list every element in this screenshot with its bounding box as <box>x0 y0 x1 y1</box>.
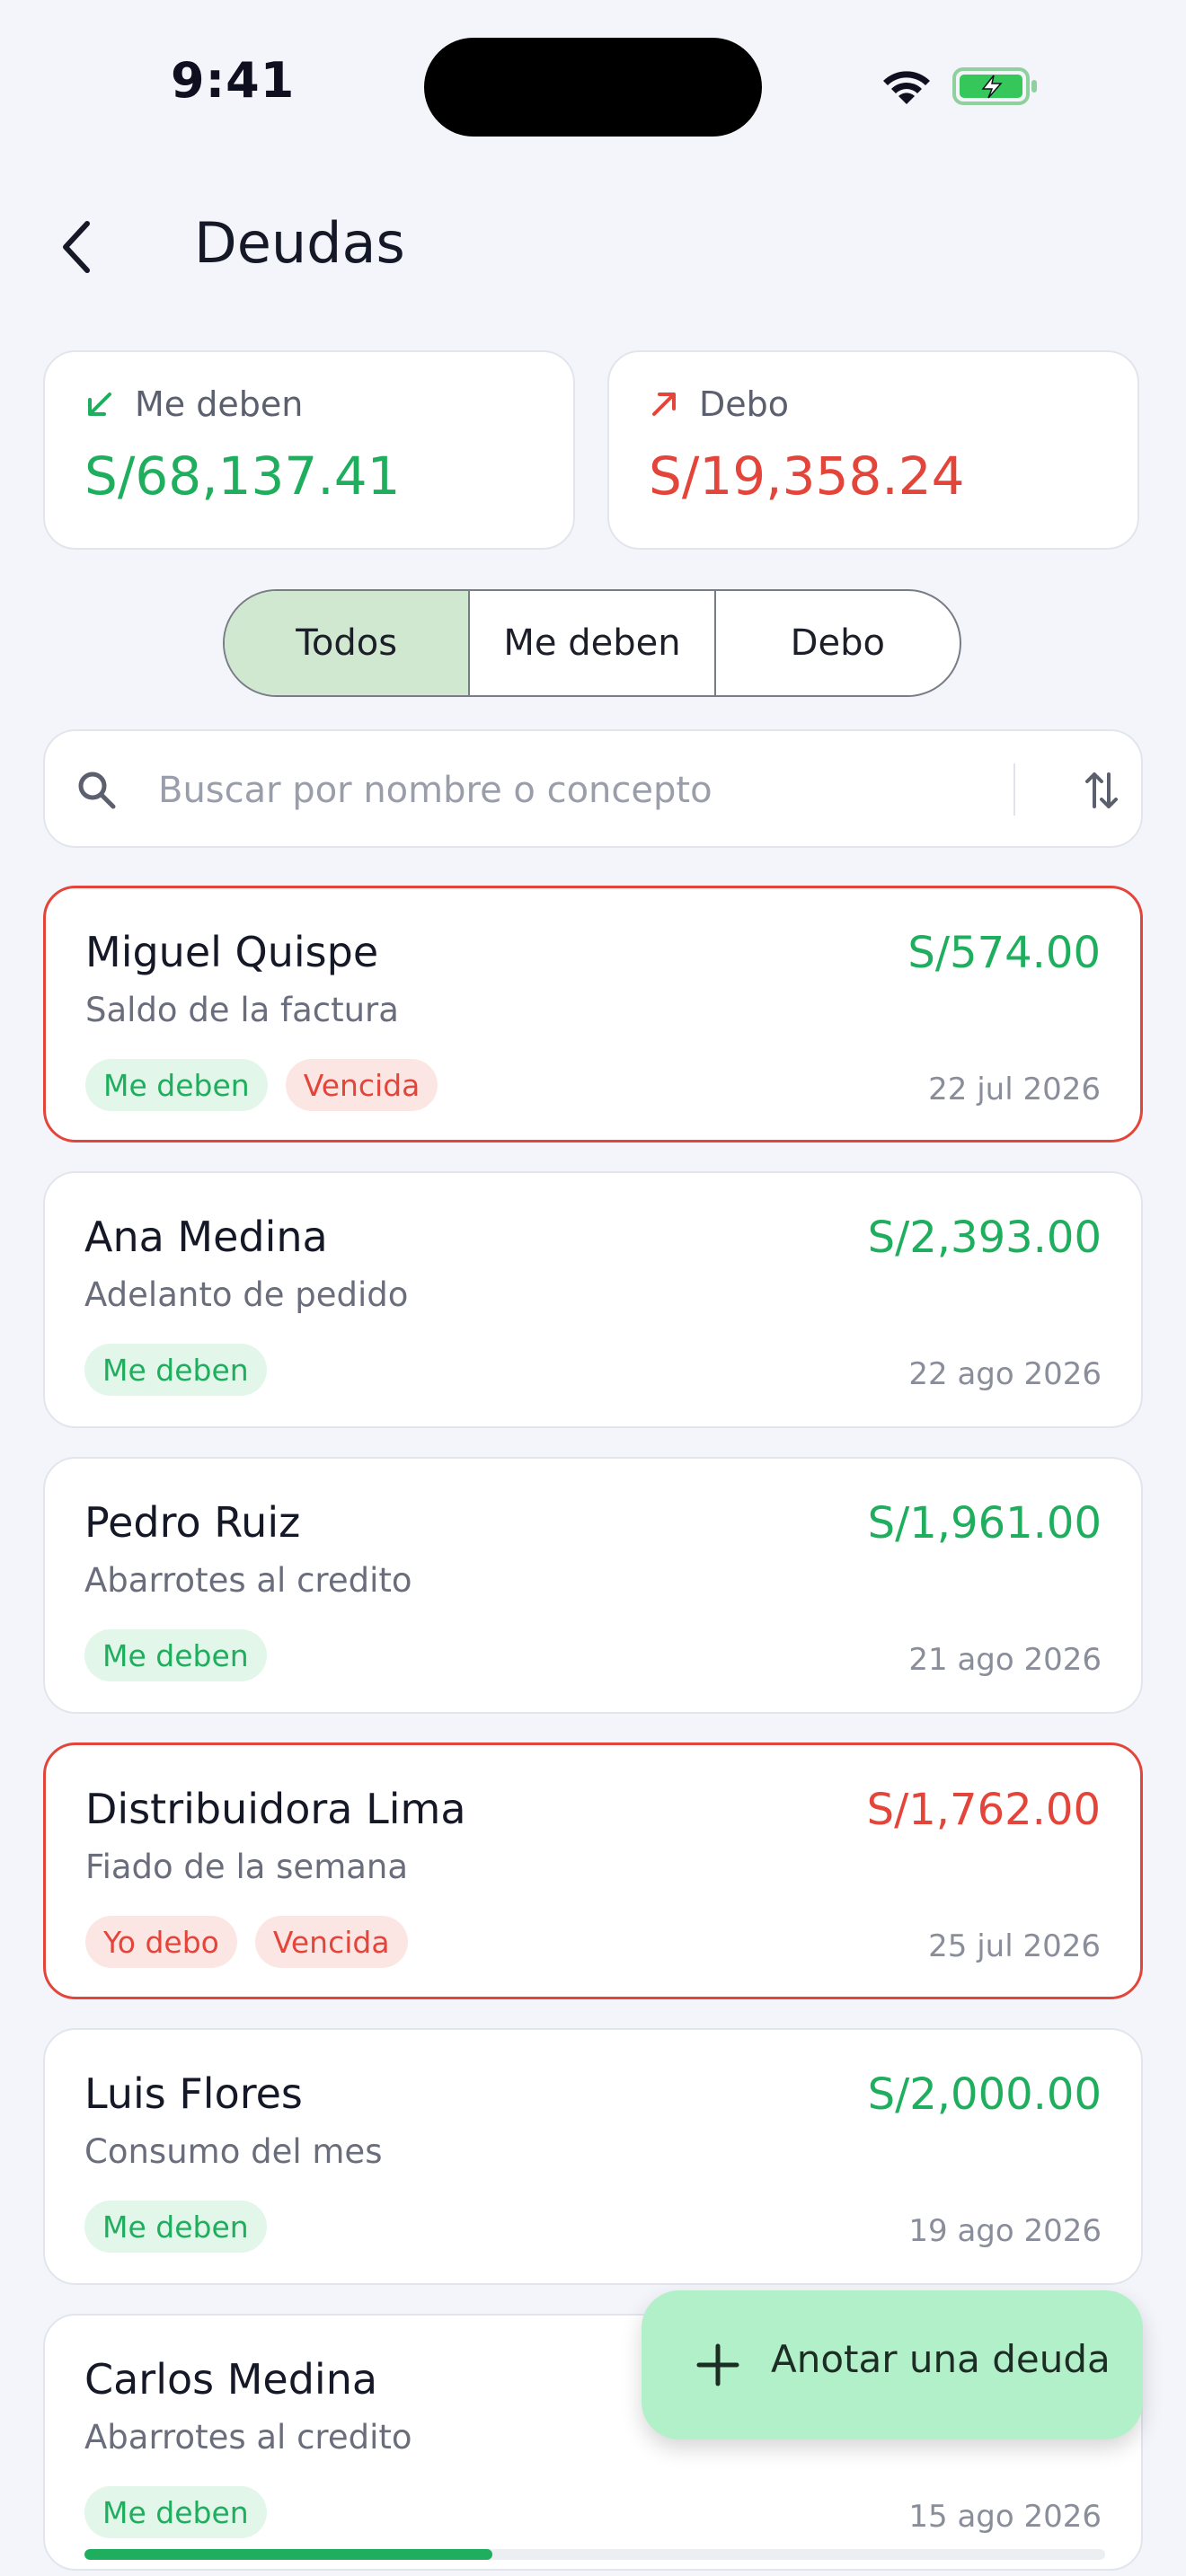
direction-badge: Me deben <box>84 2486 267 2538</box>
search-divider <box>1013 763 1015 816</box>
debt-name: Distribuidora Lima <box>85 1785 466 1833</box>
debt-date: 19 ago 2026 <box>908 2213 1102 2249</box>
payment-progress-fill <box>84 2549 493 2560</box>
direction-badge: Me deben <box>84 2201 267 2253</box>
search-icon <box>78 772 116 809</box>
debt-amount: S/2,393.00 <box>867 1213 1102 1263</box>
debt-amount: S/1,762.00 <box>866 1785 1101 1835</box>
debt-date: 22 ago 2026 <box>908 1356 1102 1392</box>
debt-concept: Adelanto de pedido <box>84 1275 409 1314</box>
filter-segmented-control: Todos Me deben Debo <box>223 589 961 697</box>
debt-name: Carlos Medina <box>84 2355 378 2404</box>
debt-concept: Abarrotes al credito <box>84 1561 412 1600</box>
direction-badge: Me deben <box>84 1629 267 1681</box>
summary-card-i-owe: Debo S/19,358.24 <box>607 350 1139 550</box>
debt-concept: Consumo del mes <box>84 2132 383 2171</box>
battery-charging-icon <box>952 67 1037 105</box>
summary-value: S/68,137.41 <box>84 446 401 507</box>
summary-card-owed-to-me: Me deben S/68,137.41 <box>43 350 575 550</box>
debt-amount: S/2,000.00 <box>867 2069 1102 2120</box>
debt-concept: Saldo de la factura <box>85 991 399 1029</box>
search-box <box>43 729 1143 848</box>
search-input[interactable] <box>156 751 951 830</box>
payment-progress-bar <box>84 2549 1105 2560</box>
debt-concept: Abarrotes al credito <box>84 2418 412 2457</box>
page-title: Deudas <box>194 210 405 276</box>
debt-card[interactable]: Pedro Ruiz S/1,961.00 Abarrotes al credi… <box>43 1457 1143 1714</box>
tab-todos[interactable]: Todos <box>225 591 471 695</box>
direction-badge: Me deben <box>85 1059 268 1111</box>
dynamic-island <box>424 38 762 137</box>
status-bar: 9:41 <box>0 0 1186 162</box>
sort-button[interactable] <box>1075 763 1128 817</box>
debt-date: 22 jul 2026 <box>928 1072 1101 1107</box>
debt-name: Ana Medina <box>84 1213 328 1261</box>
debt-card[interactable]: Ana Medina S/2,393.00 Adelanto de pedido… <box>43 1171 1143 1428</box>
status-time: 9:41 <box>171 52 296 109</box>
plus-icon <box>696 2343 739 2386</box>
add-debt-label: Anotar una deuda <box>771 2337 1111 2381</box>
summary-value: S/19,358.24 <box>649 446 965 507</box>
sort-arrows-icon <box>1085 772 1118 808</box>
header: Deudas <box>0 198 1186 296</box>
status-badge: Vencida <box>254 1916 408 1968</box>
debt-date: 15 ago 2026 <box>908 2499 1102 2535</box>
arrow-up-right-icon <box>652 393 676 416</box>
status-badge: Vencida <box>285 1059 438 1111</box>
debt-name: Luis Flores <box>84 2069 303 2118</box>
direction-badge: Yo debo <box>85 1916 237 1968</box>
debt-concept: Fiado de la semana <box>85 1848 409 1886</box>
back-button[interactable] <box>45 216 108 278</box>
debt-card[interactable]: Luis Flores S/2,000.00 Consumo del mes M… <box>43 2028 1143 2285</box>
summary-label: Me deben <box>135 384 304 424</box>
chevron-left-icon <box>63 221 90 273</box>
tab-me-deben[interactable]: Me deben <box>470 591 716 695</box>
direction-badge: Me deben <box>84 1344 267 1396</box>
arrow-down-left-icon <box>88 393 111 416</box>
debt-name: Pedro Ruiz <box>84 1498 301 1547</box>
debt-amount: S/1,961.00 <box>867 1498 1102 1548</box>
debt-date: 25 jul 2026 <box>928 1928 1101 1964</box>
summary-label: Debo <box>699 384 790 424</box>
debt-card[interactable]: Distribuidora Lima S/1,762.00 Fiado de l… <box>43 1742 1143 1999</box>
debt-card[interactable]: Miguel Quispe S/574.00 Saldo de la factu… <box>43 886 1143 1142</box>
debt-name: Miguel Quispe <box>85 928 379 976</box>
debt-date: 21 ago 2026 <box>908 1642 1102 1678</box>
wifi-icon <box>883 71 930 104</box>
add-debt-button[interactable]: Anotar una deuda <box>642 2290 1143 2439</box>
tab-debo[interactable]: Debo <box>716 591 960 695</box>
debt-amount: S/574.00 <box>907 928 1101 978</box>
